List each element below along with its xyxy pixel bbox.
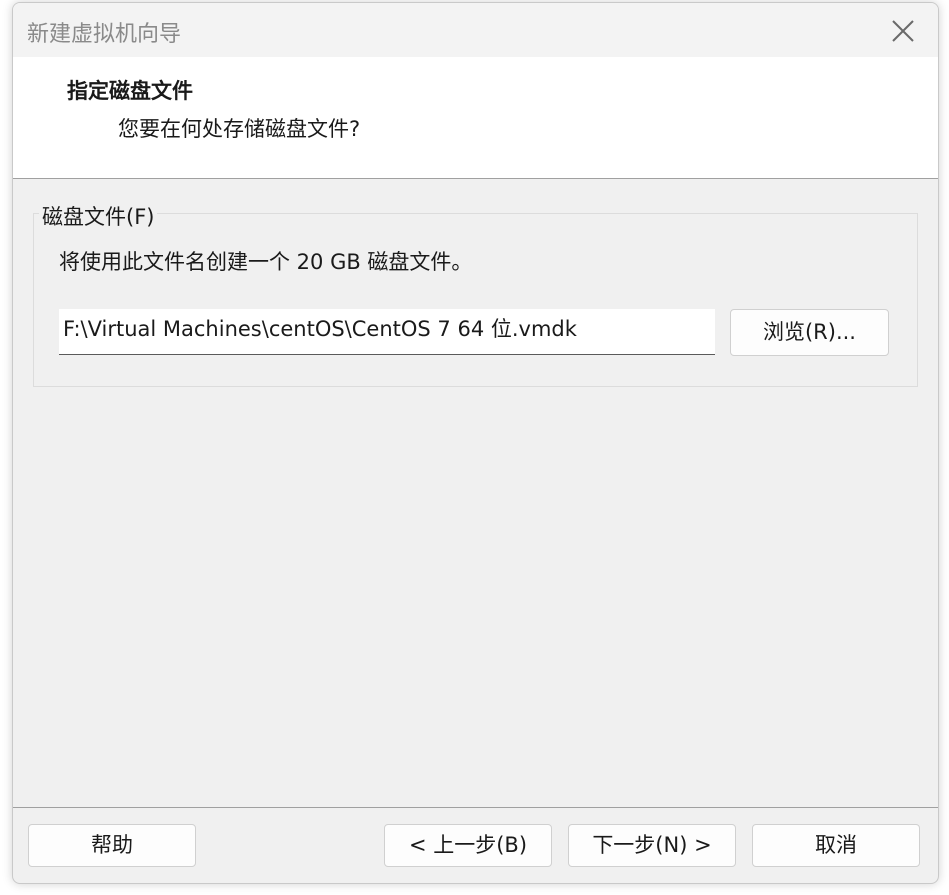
wizard-header: 指定磁盘文件 您要在何处存储磁盘文件? <box>13 57 938 179</box>
disk-file-path-input[interactable] <box>59 309 715 355</box>
browse-button[interactable]: 浏览(R)... <box>730 309 889 356</box>
back-button[interactable]: < 上一步(B) <box>384 824 552 867</box>
disk-file-description: 将使用此文件名创建一个 20 GB 磁盘文件。 <box>59 250 473 274</box>
help-button[interactable]: 帮助 <box>28 824 196 867</box>
disk-file-groupbox <box>33 213 918 387</box>
title-bar: 新建虚拟机向导 <box>13 3 938 57</box>
footer-divider <box>13 807 938 808</box>
disk-file-group-label: 磁盘文件(F) <box>39 201 158 231</box>
close-icon <box>892 20 914 42</box>
new-vm-wizard-window: 新建虚拟机向导 指定磁盘文件 您要在何处存储磁盘文件? 磁盘文件(F) 将使用此… <box>12 2 939 884</box>
next-button[interactable]: 下一步(N) > <box>568 824 736 867</box>
page-title: 指定磁盘文件 <box>67 79 193 103</box>
window-title: 新建虚拟机向导 <box>27 22 182 47</box>
close-button[interactable] <box>885 15 919 47</box>
page-subtitle: 您要在何处存储磁盘文件? <box>118 117 361 141</box>
cancel-button[interactable]: 取消 <box>752 824 920 867</box>
